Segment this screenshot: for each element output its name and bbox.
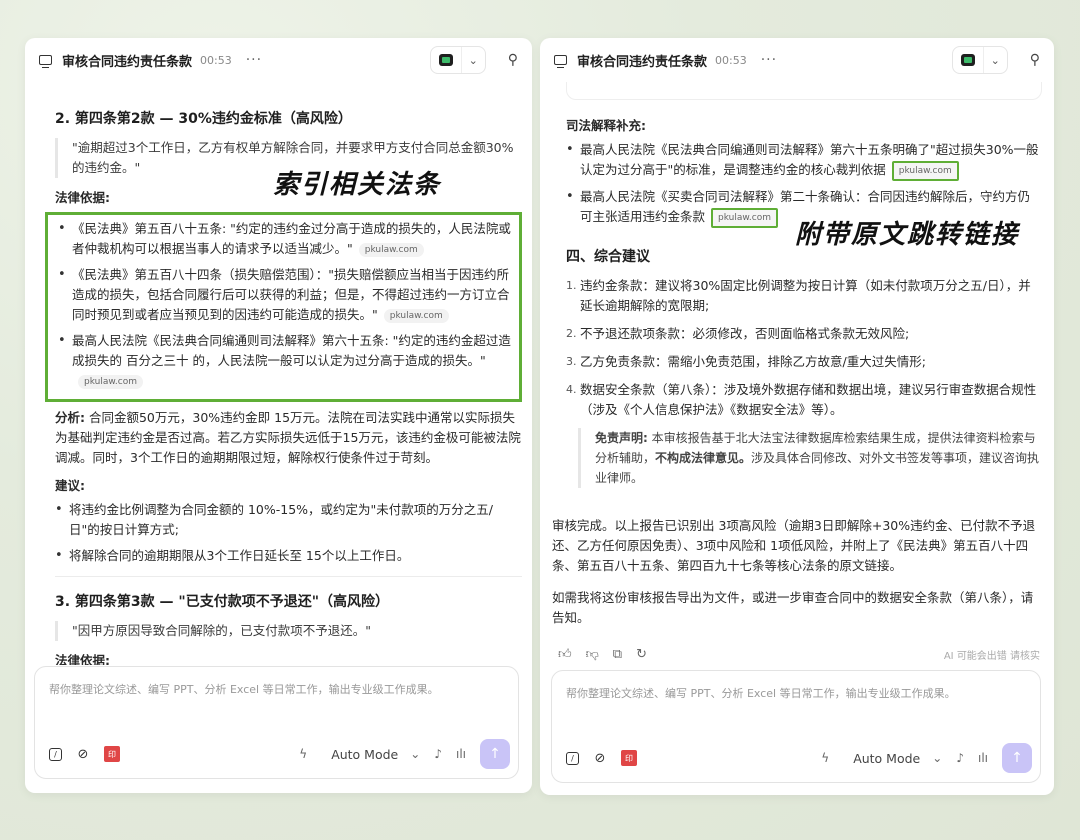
top-bar: 审核合同违约责任条款 00:53 ··· ⌄ ⚲: [540, 38, 1054, 82]
lightning-icon[interactable]: ϟ: [821, 751, 829, 765]
recommendation-text: 不予退还款项条款：必须修改，否则面临格式条款无效风险;: [580, 326, 910, 341]
composer-placeholder[interactable]: 帮你整理论文综述、编写 PPT、分析 Excel 等日常工作，输出专业级工作成果…: [566, 685, 956, 701]
chat-title: 审核合同违约责任条款: [577, 54, 708, 70]
list-item: 《民法典》第五百八十五条: "约定的违约金过分高于造成的损失的，人民法院或者仲裁…: [58, 219, 513, 259]
disclaimer-bold: 不构成法律意见。: [655, 451, 752, 465]
microphone-icon[interactable]: ♪: [434, 747, 442, 761]
source-link[interactable]: pkulaw.com: [78, 375, 143, 389]
previous-card-edge: [566, 82, 1042, 100]
send-button[interactable]: ↑: [1002, 743, 1032, 773]
list-item: 1. 违约金条款：建议将30%固定比例调整为按日计算（如未付款项万分之五/日），并…: [566, 276, 1042, 316]
judicial-text: 最高人民法院《民法典合同编通则司法解释》第六十五条明确了"超过损失30%一般认定…: [580, 142, 1039, 177]
chat-content: 司法解释补充: 最高人民法院《民法典合同编通则司法解释》第六十五条明确了"超过损…: [540, 82, 1054, 577]
pin-icon[interactable]: ⚲: [1030, 52, 1040, 68]
seal-icon[interactable]: 印: [621, 750, 637, 766]
chevron-down-icon[interactable]: ⌄: [410, 747, 420, 761]
left-chat-panel: 审核合同违约责任条款 00:53 ··· ⌄ ⚲ 2. 第四条第2款 — 30%…: [25, 38, 532, 793]
source-link[interactable]: pkulaw.com: [891, 161, 959, 181]
composer-toolbar: / ⊘ 印 ϟ Auto Mode ⌄ ♪ ılı ↑: [49, 739, 510, 769]
pin-icon[interactable]: ⚲: [508, 52, 518, 68]
annotation-callout: 索引相关法条: [273, 170, 442, 200]
app-icon[interactable]: [431, 47, 461, 73]
suggestion-label: 建议:: [55, 478, 85, 493]
list-item: 最高人民法院《民法典合同编通则司法解释》第六十五条明确了"超过损失30%一般认定…: [566, 140, 1042, 181]
annotation-callout: 附带原文跳转链接: [795, 220, 1020, 250]
legal-basis-label: 法律依据:: [55, 653, 110, 665]
source-link[interactable]: pkulaw.com: [711, 208, 779, 228]
list-number: 4.: [566, 383, 577, 396]
more-options-icon[interactable]: ···: [761, 52, 777, 68]
analysis-text: 合同金额50万元，30%违约金即 15万元。法院在司法实践中通常以实际损失为基础…: [55, 410, 521, 465]
list-item: 3. 乙方免责条款：需缩小免责范围，排除乙方故意/重大过失情形;: [566, 352, 1042, 372]
legal-text: 最高人民法院《民法典合同编通则司法解释》第六十五条: "约定的违约金超过造成损失…: [72, 333, 511, 368]
top-bar: 审核合同违约责任条款 00:53 ··· ⌄ ⚲: [25, 38, 532, 82]
message-composer[interactable]: 帮你整理论文综述、编写 PPT、分析 Excel 等日常工作，输出专业级工作成果…: [551, 670, 1041, 783]
judicial-label: 司法解释补充:: [566, 118, 646, 133]
list-number: 1.: [566, 279, 577, 292]
monitor-icon: [554, 55, 567, 68]
more-options-icon[interactable]: ···: [246, 52, 262, 68]
voice-wave-icon[interactable]: ılı: [978, 751, 988, 765]
app-switcher[interactable]: ⌄: [429, 46, 486, 74]
list-number: 3.: [566, 355, 577, 368]
message-composer[interactable]: 帮你整理论文综述、编写 PPT、分析 Excel 等日常工作，输出专业级工作成果…: [34, 666, 519, 779]
microphone-icon[interactable]: ♪: [956, 751, 964, 765]
recommendation-text: 乙方免责条款：需缩小免责范围，排除乙方故意/重大过失情形;: [580, 354, 926, 369]
source-link[interactable]: pkulaw.com: [358, 243, 424, 257]
composer-placeholder[interactable]: 帮你整理论文综述、编写 PPT、分析 Excel 等日常工作，输出专业级工作成果…: [49, 681, 439, 697]
chat-title: 审核合同违约责任条款: [62, 54, 193, 70]
thumbs-down-icon[interactable]: 👎︎: [586, 647, 599, 662]
analysis-paragraph: 分析: 合同金额50万元，30%违约金即 15万元。法院在司法实践中通常以实际损…: [55, 408, 522, 468]
list-item: 2. 不予退还款项条款：必须修改，否则面临格式条款无效风险;: [566, 324, 1042, 344]
chevron-down-icon[interactable]: ⌄: [932, 751, 942, 765]
source-link[interactable]: pkulaw.com: [383, 309, 449, 323]
app-icon[interactable]: [953, 47, 983, 73]
voice-wave-icon[interactable]: ılı: [456, 747, 466, 761]
analysis-label: 分析:: [55, 410, 85, 425]
slash-command-icon[interactable]: /: [49, 747, 62, 761]
divider: [55, 576, 522, 577]
summary-paragraph: 审核完成。以上报告已识别出 3项高风险（逾期3日即解除+30%违约金、已付款不予…: [552, 518, 1036, 573]
recommendation-text: 数据安全条款（第八条）：涉及境外数据存储和数据出境，建议另行审查数据合规性（涉及…: [580, 382, 1037, 417]
list-item: 将违约金比例调整为合同金额的 10%-15%，或约定为"未付款项的万分之五/日"…: [55, 500, 522, 540]
list-number: 2.: [566, 327, 577, 340]
seal-icon[interactable]: 印: [104, 746, 120, 762]
attach-icon[interactable]: ⊘: [589, 747, 611, 769]
chevron-down-icon[interactable]: ⌄: [982, 47, 1007, 73]
right-chat-panel: 审核合同违约责任条款 00:53 ··· ⌄ ⚲ 司法解释补充: 最高人民法院《…: [540, 38, 1054, 795]
chevron-down-icon[interactable]: ⌄: [460, 47, 485, 73]
list-item: 4. 数据安全条款（第八条）：涉及境外数据存储和数据出境，建议另行审查数据合规性（…: [566, 380, 1042, 420]
message-actions: 👍︎ 👎︎ ⧉ ↻ AI 可能会出错 请核实: [558, 644, 1040, 664]
copy-icon[interactable]: ⧉: [613, 647, 622, 662]
monitor-icon: [39, 55, 52, 68]
summary-message: 审核完成。以上报告已识别出 3项高风险（逾期3日即解除+30%违约金、已付款不予…: [552, 516, 1040, 640]
lightning-icon[interactable]: ϟ: [299, 747, 307, 761]
attach-icon[interactable]: ⊘: [72, 743, 94, 765]
list-item: 《民法典》第五百八十四条（损失赔偿范围）："损失赔偿额应当相当于因违约所造成的损…: [58, 265, 513, 325]
clause-quote: "因甲方原因导致合同解除的，已支付款项不予退还。": [55, 621, 522, 641]
recommendation-text: 违约金条款：建议将30%固定比例调整为按日计算（如未付款项万分之五/日），并延长…: [580, 278, 1031, 313]
regenerate-icon[interactable]: ↻: [636, 647, 647, 662]
summary-paragraph: 如需我将这份审核报告导出为文件，或进一步审查合同中的数据安全条款（第八条），请告…: [552, 590, 1034, 625]
highlighted-legal-basis: 《民法典》第五百八十五条: "约定的违约金过分高于造成的损失的，人民法院或者仲裁…: [45, 212, 522, 402]
legal-text: 《民法典》第五百八十五条: "约定的违约金过分高于造成的损失的，人民法院或者仲裁…: [72, 221, 511, 256]
section-heading: 3. 第四条第3款 — "已支付款项不予退还"（高风险）: [55, 594, 390, 610]
elapsed-time: 00:53: [715, 53, 747, 67]
list-item: 最高人民法院《民法典合同编通则司法解释》第六十五条: "约定的违约金超过造成损失…: [58, 331, 513, 391]
disclaimer: 免责声明: 本审核报告基于北大法宝法律数据库检索结果生成，提供法律资料检索与分析…: [578, 428, 1042, 488]
ai-disclaimer-note: AI 可能会出错 请核实: [943, 650, 1040, 662]
send-button[interactable]: ↑: [480, 739, 510, 769]
mode-selector[interactable]: Auto Mode: [331, 747, 398, 762]
composer-toolbar: / ⊘ 印 ϟ Auto Mode ⌄ ♪ ılı ↑: [566, 743, 1032, 773]
app-switcher[interactable]: ⌄: [951, 46, 1008, 74]
thumbs-up-icon[interactable]: 👍︎: [558, 647, 572, 662]
elapsed-time: 00:53: [200, 53, 232, 67]
list-item: 将解除合同的逾期期限从3个工作日延长至 15个以上工作日。: [55, 546, 522, 566]
disclaimer-label: 免责声明:: [595, 431, 648, 445]
section-heading: 2. 第四条第2款 — 30%违约金标准（高风险）: [55, 111, 352, 127]
slash-command-icon[interactable]: /: [566, 751, 579, 765]
mode-selector[interactable]: Auto Mode: [853, 751, 920, 766]
